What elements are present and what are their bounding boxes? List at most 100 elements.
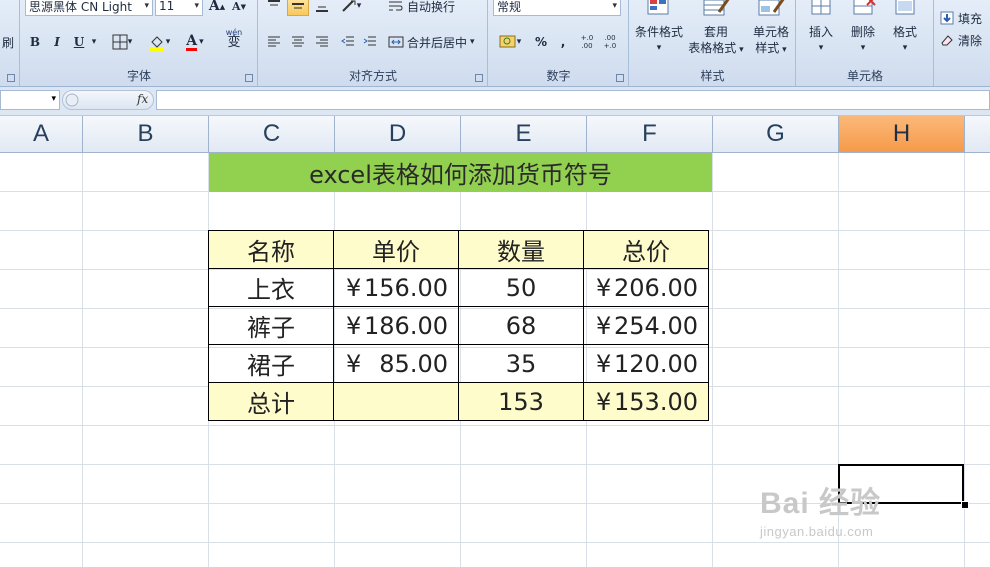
insert-cells-button[interactable]: 插入 ▾ bbox=[801, 0, 841, 56]
chevron-down-icon[interactable]: ▾ bbox=[612, 1, 617, 11]
sheet-title-cell[interactable]: excel表格如何添加货币符号 bbox=[209, 153, 712, 192]
decrease-decimal-button[interactable]: .00 +.0 bbox=[599, 30, 621, 54]
cell-price[interactable]: ¥186.00 bbox=[333, 306, 459, 345]
total-price-cell[interactable] bbox=[333, 382, 459, 421]
column-header-c[interactable]: C bbox=[209, 116, 335, 152]
total-qty-cell[interactable]: 153 bbox=[458, 382, 584, 421]
align-center-button[interactable] bbox=[287, 32, 309, 52]
chevron-down-icon[interactable]: ▾ bbox=[801, 40, 841, 56]
increase-decimal-button[interactable]: +.0 .00 bbox=[577, 30, 597, 54]
align-bottom-button[interactable] bbox=[311, 0, 333, 16]
cell-name[interactable]: 上衣 bbox=[208, 268, 334, 307]
font-launcher-icon[interactable] bbox=[245, 74, 253, 82]
cell-styles-button[interactable]: 单元格 样式 ▾ bbox=[746, 0, 796, 58]
insert-function-button[interactable]: fx bbox=[137, 92, 148, 106]
chevron-down-icon[interactable]: ▾ bbox=[51, 94, 56, 104]
fill-button[interactable]: 填充 bbox=[939, 8, 989, 28]
chevron-down-icon[interactable]: ▾ bbox=[736, 45, 744, 55]
chevron-down-icon[interactable]: ▾ bbox=[632, 40, 686, 56]
gridline bbox=[0, 542, 990, 543]
format-cells-button[interactable]: 格式 ▾ bbox=[885, 0, 925, 56]
chevron-down-icon[interactable]: ▾ bbox=[144, 1, 149, 11]
header-cell-total[interactable]: 总价 bbox=[583, 230, 709, 269]
align-top-button[interactable] bbox=[263, 0, 285, 16]
header-cell-qty[interactable]: 数量 bbox=[458, 230, 584, 269]
font-size-combo[interactable]: 11 ▾ bbox=[155, 0, 203, 16]
clipboard-launcher-icon[interactable] bbox=[7, 74, 15, 82]
chevron-down-icon[interactable]: ▾ bbox=[885, 40, 925, 56]
chevron-down-icon[interactable]: ▾ bbox=[194, 1, 199, 11]
delete-cells-button[interactable]: 删除 ▾ bbox=[843, 0, 883, 56]
orientation-button[interactable]: ▾ bbox=[337, 0, 365, 16]
column-header-g[interactable]: G bbox=[713, 116, 839, 152]
resize-handle-icon[interactable] bbox=[65, 93, 79, 107]
formula-input[interactable] bbox=[156, 90, 990, 110]
decrease-indent-button[interactable] bbox=[337, 32, 359, 52]
cell-total[interactable]: ¥120.00 bbox=[583, 344, 709, 383]
decrease-indent-icon bbox=[341, 36, 354, 46]
alignment-launcher-icon[interactable] bbox=[475, 74, 483, 82]
number-launcher-icon[interactable] bbox=[616, 74, 624, 82]
cell-qty[interactable]: 35 bbox=[458, 344, 584, 383]
phonetic-button[interactable]: wén 变 bbox=[215, 28, 253, 49]
cell-name[interactable]: 裙子 bbox=[208, 344, 334, 383]
number-format-combo[interactable]: 常规 ▾ bbox=[493, 0, 621, 16]
font-name-combo[interactable]: 思源黑体 CN Light ▾ bbox=[25, 0, 153, 16]
fill-color-button[interactable]: ▾ bbox=[143, 32, 175, 52]
cell-qty[interactable]: 68 bbox=[458, 306, 584, 345]
font-size-value: 11 bbox=[159, 0, 175, 13]
cell-total[interactable]: ¥206.00 bbox=[583, 268, 709, 307]
gridline bbox=[82, 153, 83, 567]
header-cell-price[interactable]: 单价 bbox=[333, 230, 459, 269]
column-header-d[interactable]: D bbox=[335, 116, 461, 152]
align-left-button[interactable] bbox=[263, 32, 285, 52]
wrap-text-button[interactable]: 自动换行 bbox=[387, 0, 461, 16]
chevron-down-icon[interactable]: ▾ bbox=[89, 32, 99, 52]
format-as-table-button[interactable]: 套用 表格格式 ▾ bbox=[686, 0, 746, 58]
font-group: 思源黑体 CN Light ▾ 11 ▾ A ▲ A ▼ B I U ▾ ▾ ▾ A… bbox=[21, 0, 258, 86]
format-cells-icon bbox=[895, 0, 915, 15]
column-header-b[interactable]: B bbox=[83, 116, 209, 152]
shrink-font-label: A bbox=[232, 0, 241, 13]
cell-qty[interactable]: 50 bbox=[458, 268, 584, 307]
percent-button[interactable]: % bbox=[531, 32, 551, 52]
column-header-a[interactable]: A bbox=[0, 116, 83, 152]
cell-price[interactable]: ¥156.00 bbox=[333, 268, 459, 307]
column-header-e[interactable]: E bbox=[461, 116, 587, 152]
chevron-down-icon[interactable]: ▾ bbox=[779, 45, 787, 55]
worksheet-grid[interactable]: excel表格如何添加货币符号 名称 单价 数量 总价 上衣 ¥156.00 5… bbox=[0, 153, 990, 567]
name-box[interactable]: ▾ bbox=[0, 90, 60, 110]
grow-font-button[interactable]: A ▲ bbox=[207, 0, 227, 16]
merge-center-button[interactable]: 合并后居中 ▾ bbox=[387, 32, 483, 52]
currency-symbol: ¥ bbox=[596, 387, 612, 416]
font-color-button[interactable]: A ▾ bbox=[179, 32, 211, 52]
total-label-cell[interactable]: 总计 bbox=[208, 382, 334, 421]
cell-name[interactable]: 裤子 bbox=[208, 306, 334, 345]
increase-indent-button[interactable] bbox=[359, 32, 381, 52]
column-header-f[interactable]: F bbox=[587, 116, 713, 152]
format-painter-label[interactable]: 刷 bbox=[0, 32, 16, 52]
bold-button[interactable]: B bbox=[25, 32, 45, 52]
cell-total[interactable]: ¥254.00 bbox=[583, 306, 709, 345]
chevron-down-icon[interactable]: ▾ bbox=[470, 37, 475, 47]
align-middle-button[interactable] bbox=[287, 0, 309, 16]
align-bottom-icon bbox=[316, 6, 328, 12]
conditional-format-button[interactable]: 条件格式 ▾ bbox=[632, 0, 686, 56]
shrink-font-button[interactable]: A ▼ bbox=[229, 0, 249, 16]
underline-button[interactable]: U bbox=[69, 32, 89, 52]
borders-button[interactable]: ▾ bbox=[107, 32, 137, 52]
header-cell-name[interactable]: 名称 bbox=[208, 230, 334, 269]
column-headers: A B C D E F G H bbox=[0, 116, 990, 153]
accounting-format-button[interactable]: ▾ bbox=[493, 32, 527, 52]
cell-price-value: 85.00 bbox=[379, 349, 448, 378]
clear-button[interactable]: 清除 bbox=[939, 30, 989, 50]
comma-button[interactable]: , bbox=[553, 32, 573, 52]
italic-button[interactable]: I bbox=[47, 32, 67, 52]
delete-cells-icon bbox=[853, 0, 876, 15]
column-header-h[interactable]: H bbox=[839, 116, 965, 152]
chevron-down-icon[interactable]: ▾ bbox=[843, 40, 883, 56]
total-sum-cell[interactable]: ¥153.00 bbox=[583, 382, 709, 421]
align-right-button[interactable] bbox=[311, 32, 333, 52]
fill-handle[interactable] bbox=[961, 501, 969, 509]
cell-price[interactable]: ¥85.00 bbox=[333, 344, 459, 383]
